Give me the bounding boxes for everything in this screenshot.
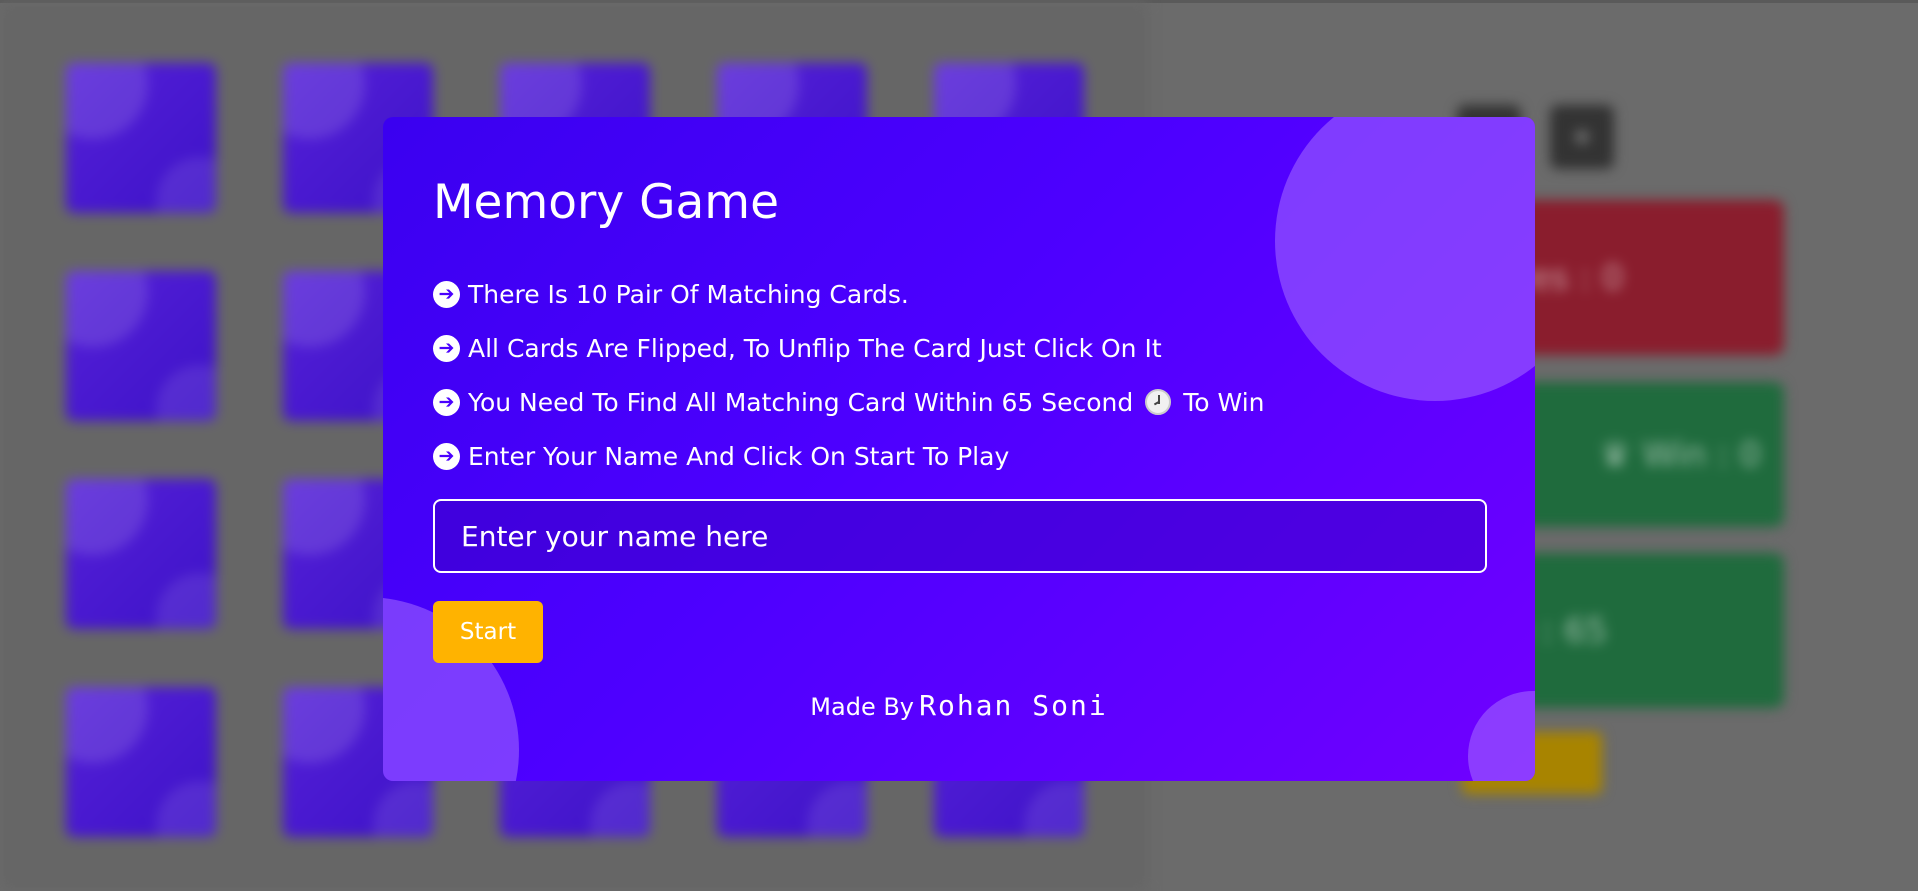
arrow-right-circle-icon: ➔ [433,280,460,308]
arrow-right-circle-icon: ➔ [433,334,460,362]
instructions-modal: Memory Game ➔ There Is 10 Pair Of Matchi… [383,117,1535,781]
trophy-icon: ♛ [1600,434,1631,475]
player-name-input[interactable] [433,499,1487,573]
rule-item: ➔ All Cards Are Flipped, To Unflip The C… [433,321,1265,375]
rule-item: ➔ There Is 10 Pair Of Matching Cards. [433,267,1265,321]
arrow-right-circle-icon: ➔ [433,442,460,470]
credit-line: Made By Rohan Soni [810,689,1108,722]
game-card[interactable] [66,479,216,629]
decor-bubble [1275,117,1535,401]
arrow-right-circle-icon: ➔ [433,388,460,416]
game-card[interactable] [66,271,216,421]
rule-item: ➔ Enter Your Name And Click On Start To … [433,429,1265,483]
rules-list: ➔ There Is 10 Pair Of Matching Cards. ➔ … [433,267,1265,483]
game-card[interactable] [66,63,216,213]
rule-item: ➔ You Need To Find All Matching Card Wit… [433,375,1265,429]
modal-title: Memory Game [433,175,780,230]
game-card[interactable] [66,687,216,837]
author-name: Rohan Soni [919,689,1108,722]
start-button[interactable]: Start [433,601,543,663]
add-icon[interactable]: + [1550,105,1614,169]
clock-icon [1145,389,1172,415]
